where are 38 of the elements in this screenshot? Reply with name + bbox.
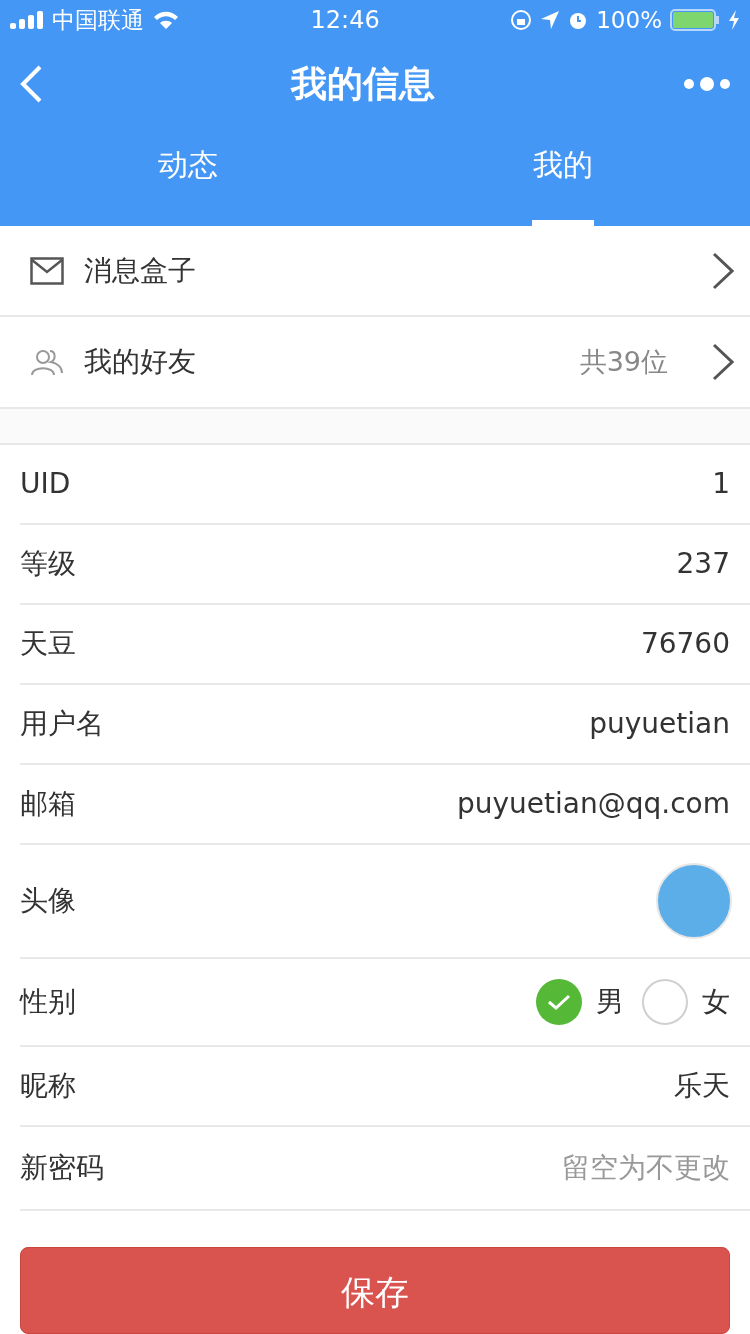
- envelope-icon: [30, 256, 64, 285]
- field-label: 用户名: [20, 705, 105, 742]
- field-label: 邮箱: [20, 785, 77, 822]
- friend-count: 共39位: [579, 345, 668, 380]
- rotation-lock-icon: [510, 9, 533, 31]
- chevron-right-icon: [712, 343, 734, 382]
- field-label: 性别: [20, 983, 77, 1020]
- carrier-name: 中国联通: [52, 5, 144, 35]
- more-icon[interactable]: [684, 76, 730, 92]
- page-title: 我的信息: [291, 61, 435, 106]
- save-button[interactable]: 保存: [20, 1247, 730, 1334]
- field-label: 昵称: [20, 1067, 77, 1104]
- people-icon: [30, 348, 64, 377]
- field-value: puyuetian@qq.com: [457, 787, 730, 821]
- field-value: puyuetian: [589, 707, 730, 741]
- field-value: 237: [676, 547, 730, 581]
- location-arrow-icon: [540, 10, 561, 30]
- back-icon[interactable]: [20, 65, 42, 103]
- alarm-icon: [568, 10, 589, 30]
- field-label: 新密码: [20, 1149, 105, 1186]
- wifi-icon: [152, 10, 180, 30]
- battery-percent: 100%: [596, 7, 662, 33]
- menu-item[interactable]: 我的好友: [84, 343, 560, 382]
- battery-icon: [670, 9, 720, 31]
- field-value: 1: [712, 467, 730, 501]
- signal-icon: [10, 11, 44, 29]
- chevron-right-icon: [712, 251, 734, 290]
- password-field[interactable]: 留空为不更改: [430, 1151, 730, 1185]
- menu-item[interactable]: 消息盒子: [84, 251, 692, 290]
- charging-bolt-icon: [728, 10, 740, 30]
- check-icon: [547, 992, 571, 1011]
- field-label: 天豆: [20, 625, 77, 662]
- field-value: 76760: [640, 627, 730, 661]
- clock-time: 12:46: [310, 6, 380, 34]
- field-value: 乐天: [674, 1067, 730, 1104]
- field-label: 等级: [20, 545, 77, 582]
- field-label: 头像: [20, 882, 77, 919]
- field-label: UID: [20, 467, 72, 501]
